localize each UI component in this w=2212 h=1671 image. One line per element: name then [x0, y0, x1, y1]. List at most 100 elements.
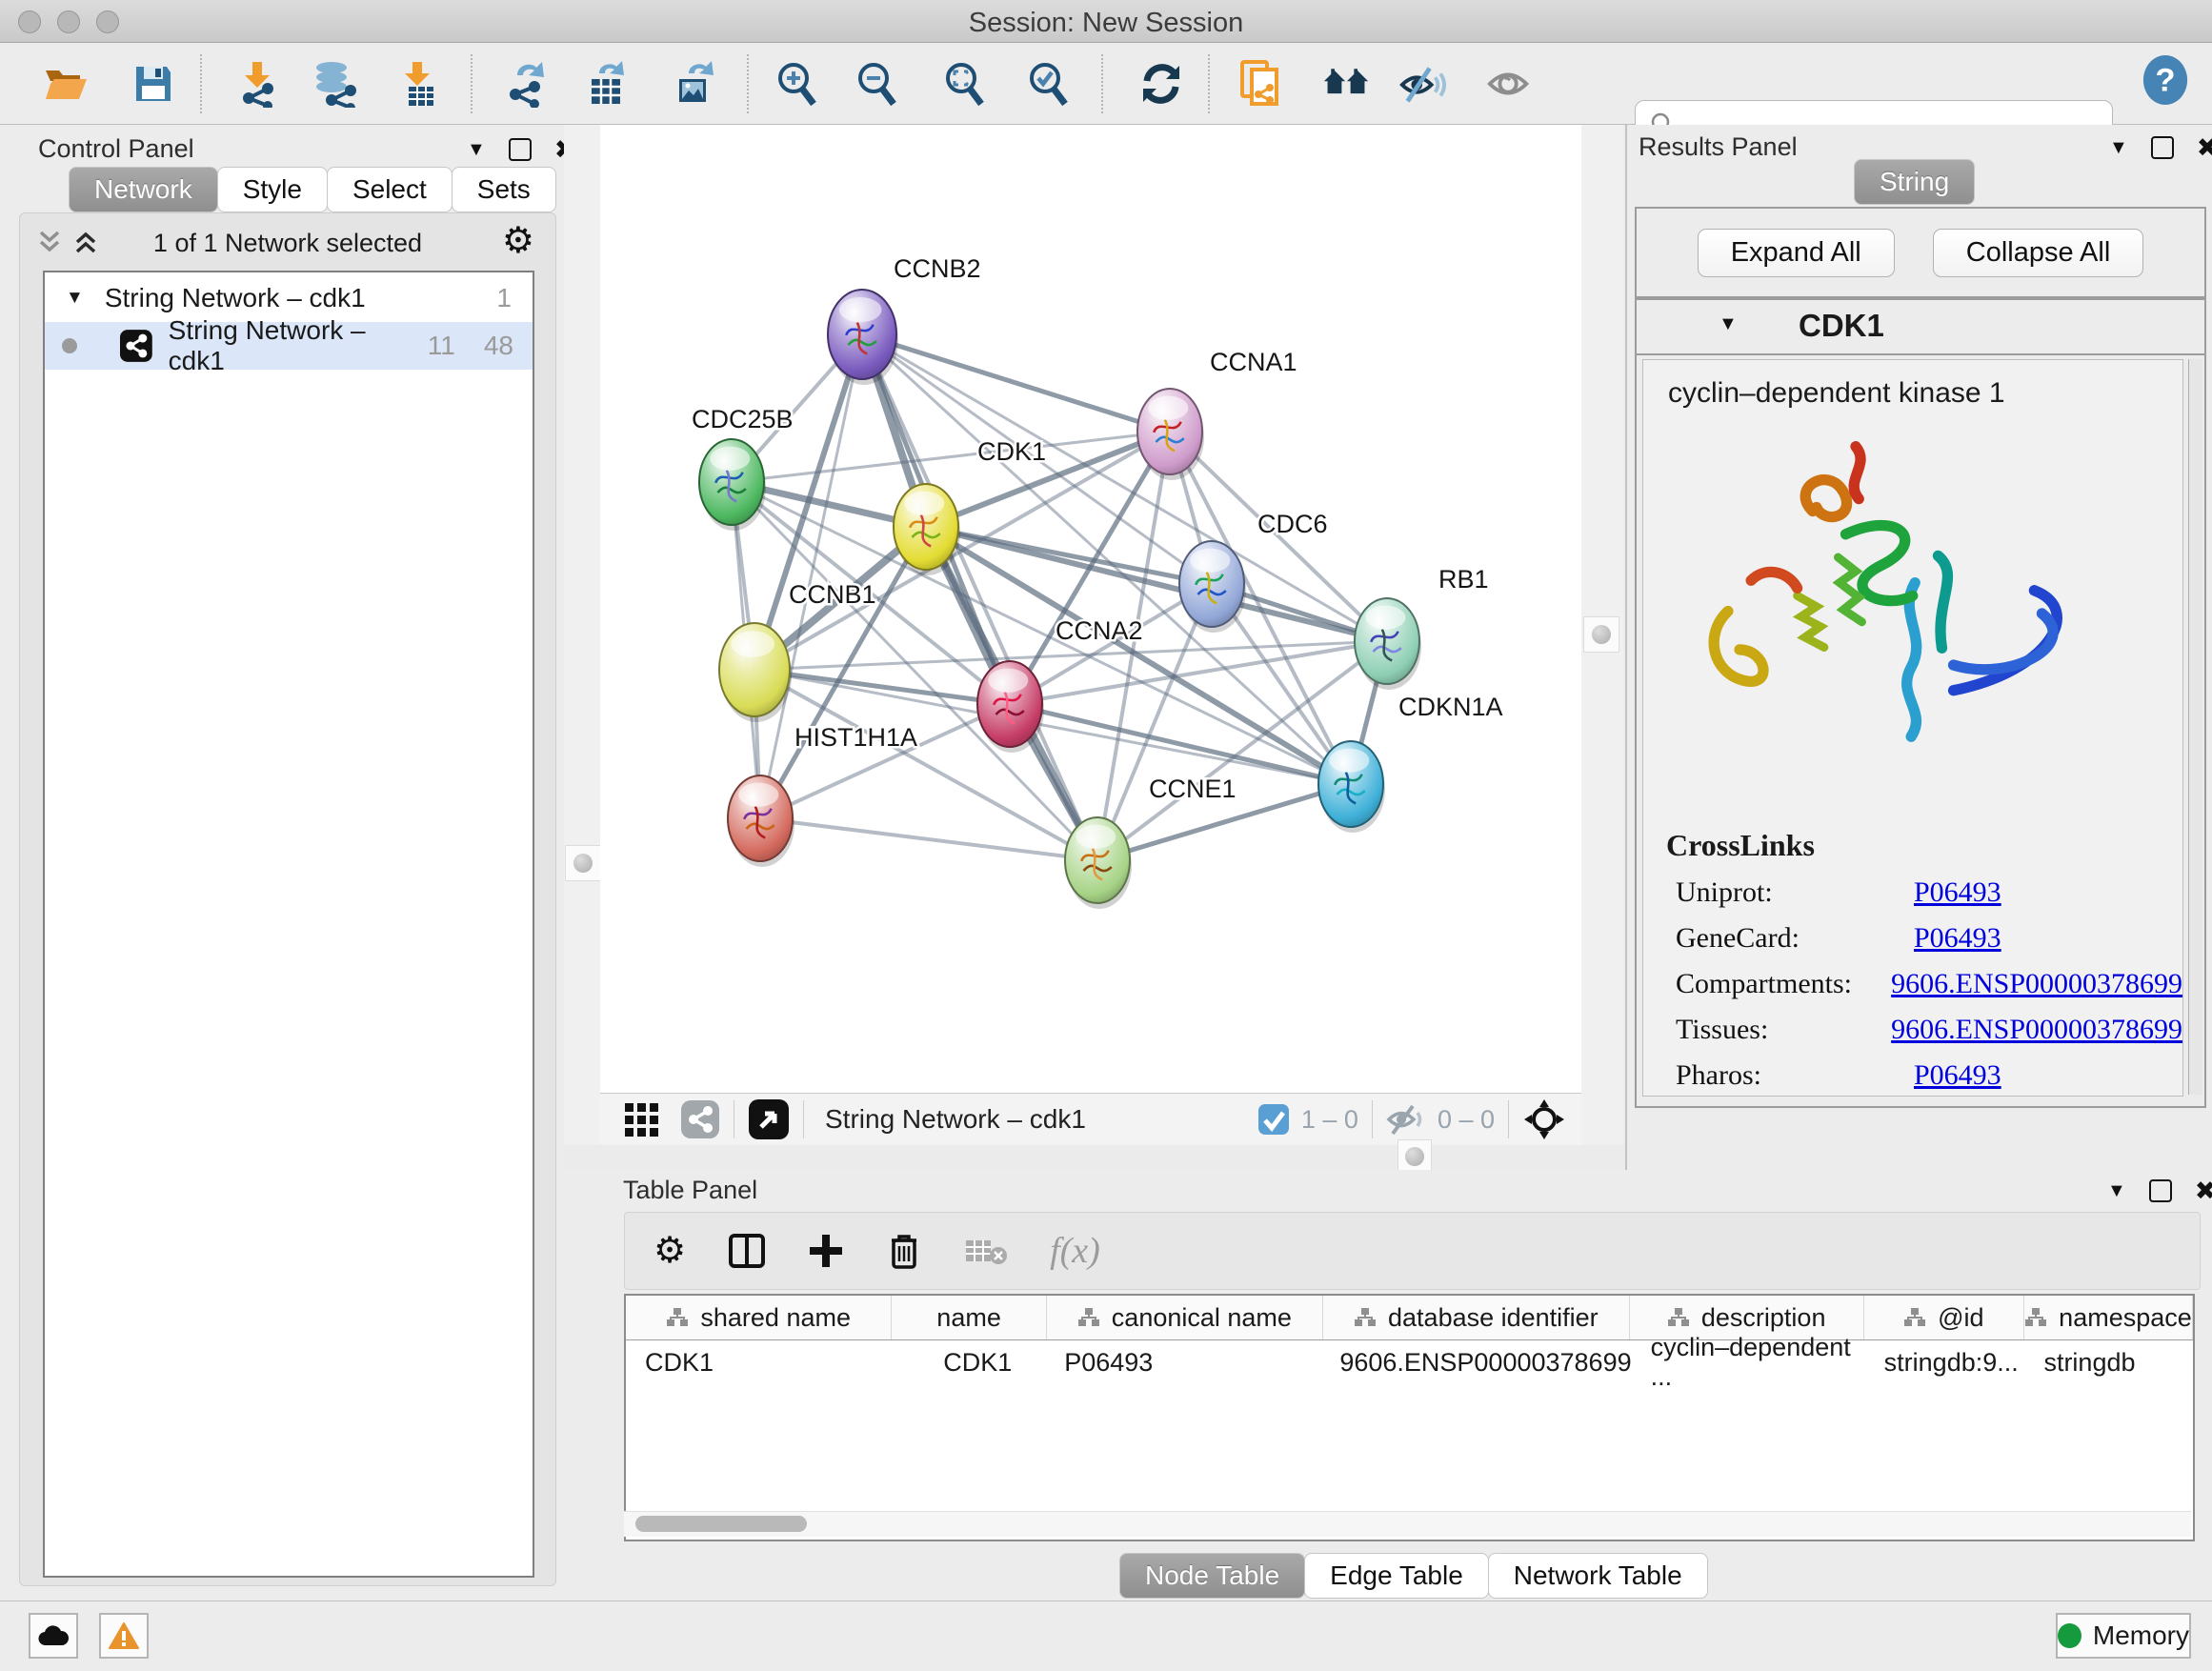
network-edge-CCNB2-CCNE1[interactable]	[862, 334, 1097, 860]
network-edge-HIST1H1A-CCNE1[interactable]	[760, 818, 1097, 860]
network-graph[interactable]: CCNB2CCNA1CDC25BCDK1CDC6RB1CCNB1CCNA2CDK…	[600, 125, 1581, 1093]
node-label-CCNA1: CCNA1	[1210, 348, 1297, 376]
table-row[interactable]: CDK1CDK1P064939606.ENSP00000378699cyclin…	[626, 1340, 2193, 1384]
right-splitter[interactable]	[1581, 125, 1623, 1169]
memory-button[interactable]: Memory	[2056, 1613, 2191, 1659]
network-canvas[interactable]: CCNB2CCNA1CDC25BCDK1CDC6RB1CCNB1CCNA2CDK…	[600, 125, 1581, 1093]
delete-table-icon[interactable]	[964, 1235, 1008, 1267]
column-header-@id[interactable]: @id	[1864, 1296, 2024, 1339]
results-panel-close-icon[interactable]: ✖	[2197, 133, 2212, 163]
hide-selected-icon[interactable]	[1398, 60, 1446, 108]
collapse-all-button[interactable]: Collapse All	[1933, 229, 2144, 277]
control-panel-float-icon[interactable]	[509, 138, 532, 161]
grid-view-icon[interactable]	[623, 1099, 663, 1139]
crosslink-row: Uniprot:P06493	[1676, 876, 2182, 909]
help-icon[interactable]: ?	[2142, 56, 2189, 104]
gene-expander-icon[interactable]: ▼	[1719, 313, 1738, 335]
table-panel-close-icon[interactable]: ✖	[2195, 1177, 2212, 1206]
first-neighbors-icon[interactable]	[1322, 60, 1370, 108]
network-edge-CCNB2-CCNA1[interactable]	[862, 334, 1170, 432]
hidden-eye-icon[interactable]	[1386, 1102, 1426, 1137]
add-column-icon[interactable]	[808, 1233, 844, 1269]
table-options-gear-icon[interactable]: ⚙	[654, 1233, 686, 1269]
export-network-icon[interactable]	[503, 60, 551, 108]
import-network-file-icon[interactable]	[234, 60, 282, 108]
birds-eye-view-icon[interactable]	[748, 1098, 790, 1140]
tab-style[interactable]: Style	[217, 167, 328, 212]
table-panel-float-icon[interactable]	[2149, 1179, 2172, 1202]
crosslink-value-link[interactable]: P06493	[1914, 1059, 2001, 1092]
results-scrollbar[interactable]	[2188, 359, 2202, 1095]
selected-checkbox-icon[interactable]	[1257, 1103, 1290, 1136]
table-cell[interactable]: CDK1	[626, 1340, 891, 1384]
zoom-fit-icon[interactable]	[941, 60, 989, 108]
refresh-layout-icon[interactable]	[1137, 60, 1185, 108]
tab-node-table[interactable]: Node Table	[1119, 1553, 1305, 1599]
network-edge-CCNA2-CDKN1A[interactable]	[1010, 704, 1351, 784]
save-session-icon[interactable]	[130, 60, 177, 108]
export-image-icon[interactable]	[671, 60, 718, 108]
import-table-file-icon[interactable]	[394, 60, 442, 108]
window-title: Session: New Session	[0, 8, 2212, 39]
column-header-namespace[interactable]: namespace	[2024, 1296, 2193, 1339]
table-scrollbar-thumb[interactable]	[635, 1516, 807, 1532]
zoom-in-icon[interactable]	[774, 60, 821, 108]
table-cell[interactable]: 9606.ENSP00000378699	[1320, 1340, 1631, 1384]
left-splitter-handle[interactable]	[565, 845, 601, 881]
import-network-database-icon[interactable]	[311, 60, 358, 108]
tab-sets[interactable]: Sets	[452, 167, 556, 212]
collection-expander-icon[interactable]: ▼	[66, 288, 84, 309]
network-edge-CCNA2-HIST1H1A[interactable]	[760, 704, 1010, 818]
warning-status-button[interactable]	[99, 1613, 149, 1659]
control-panel-collapse-icon[interactable]: ▼	[467, 139, 486, 161]
right-splitter-handle[interactable]	[1583, 616, 1619, 653]
network-row[interactable]: String Network – cdk1 11 48	[45, 322, 533, 370]
results-panel-collapse-icon[interactable]: ▼	[2109, 137, 2128, 159]
column-header-canonical-name[interactable]: canonical name	[1047, 1296, 1323, 1339]
results-panel-float-icon[interactable]	[2151, 136, 2174, 159]
expand-all-button[interactable]: Expand All	[1698, 229, 1895, 277]
network-options-gear-icon[interactable]: ⚙	[502, 223, 534, 259]
column-header-shared-name[interactable]: shared name	[626, 1296, 892, 1339]
crosslink-label: Tissues:	[1676, 1014, 1891, 1046]
table-horizontal-scrollbar[interactable]	[624, 1511, 2191, 1537]
delete-column-icon[interactable]	[886, 1231, 922, 1271]
tab-string-results[interactable]: String	[1854, 159, 1975, 205]
show-columns-icon[interactable]	[728, 1232, 766, 1270]
network-collection-row[interactable]: ▼ String Network – cdk1 1	[45, 276, 533, 320]
function-builder-icon[interactable]: f(x)	[1050, 1230, 1100, 1272]
crosslink-value-link[interactable]: P06493	[1914, 922, 2001, 955]
open-session-icon[interactable]	[42, 60, 90, 108]
zoom-selected-icon[interactable]	[1025, 60, 1073, 108]
show-graphics-details-icon[interactable]	[1486, 60, 1534, 108]
network-type-icon	[119, 329, 153, 363]
node-label-CDK1: CDK1	[977, 437, 1046, 466]
gene-header[interactable]: ▼ CDK1	[1637, 300, 2204, 355]
cloud-status-button[interactable]	[29, 1613, 78, 1659]
table-cell[interactable]: CDK1	[891, 1340, 1045, 1384]
table-cell[interactable]: cyclin–dependent ...	[1632, 1340, 1865, 1384]
crosslink-value-link[interactable]: 9606.ENSP00000378699	[1891, 968, 2182, 1000]
tab-select[interactable]: Select	[327, 167, 452, 212]
crosslink-value-link[interactable]: 9606.ENSP00000378699	[1891, 1014, 2182, 1046]
zoom-out-icon[interactable]	[854, 60, 901, 108]
table-cell[interactable]: stringdb:9...	[1865, 1340, 2025, 1384]
table-panel-collapse-icon[interactable]: ▼	[2107, 1180, 2126, 1202]
network-view-icon[interactable]	[680, 1099, 720, 1139]
column-header-database-identifier[interactable]: database identifier	[1323, 1296, 1630, 1339]
tab-edge-table[interactable]: Edge Table	[1304, 1553, 1489, 1599]
tab-network-table[interactable]: Network Table	[1488, 1553, 1708, 1599]
table-cell[interactable]: P06493	[1045, 1340, 1320, 1384]
node-gloss	[839, 297, 882, 322]
export-table-icon[interactable]	[583, 60, 631, 108]
fit-selected-crosshair-icon[interactable]	[1522, 1097, 1566, 1141]
table-cell[interactable]: stringdb	[2024, 1340, 2193, 1384]
horizontal-splitter-handle[interactable]	[1398, 1139, 1432, 1174]
left-splitter[interactable]	[564, 125, 600, 1169]
clone-network-icon[interactable]	[1238, 60, 1286, 108]
node-table: shared namenamecanonical namedatabase id…	[624, 1294, 2195, 1541]
crosslink-value-link[interactable]: P06493	[1914, 876, 2001, 909]
column-header-name[interactable]: name	[892, 1296, 1046, 1339]
tab-network[interactable]: Network	[69, 167, 218, 212]
column-header-label: @id	[1938, 1303, 1983, 1333]
